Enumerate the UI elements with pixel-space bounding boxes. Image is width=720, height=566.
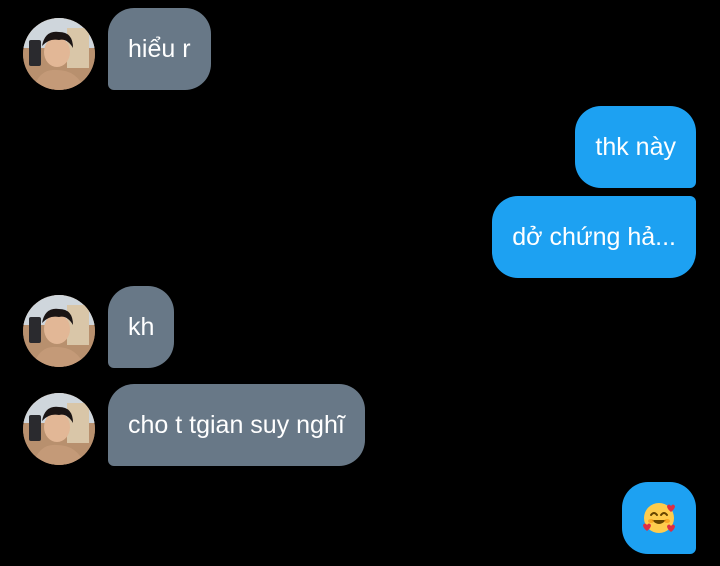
contact-avatar[interactable]: [23, 393, 95, 465]
message-bubble-outgoing[interactable]: thk này: [575, 106, 696, 188]
message-bubble-incoming[interactable]: cho t tgian suy nghĩ: [108, 384, 365, 466]
message-text: thk này: [595, 133, 676, 161]
message-bubble-emoji[interactable]: [622, 482, 696, 554]
contact-avatar[interactable]: [23, 295, 95, 367]
message-bubble-incoming[interactable]: kh: [108, 286, 175, 368]
contact-avatar[interactable]: [23, 18, 95, 90]
message-text: cho t tgian suy nghĩ: [128, 411, 345, 439]
avatar-photo-icon: [23, 393, 95, 465]
avatar-photo-icon: [23, 18, 95, 90]
smiling-face-with-hearts-icon: [643, 503, 675, 533]
message-text: hiểu r: [128, 35, 191, 63]
message-text: dở chứng hả...: [512, 223, 676, 251]
avatar-photo-icon: [23, 295, 95, 367]
message-bubble-outgoing[interactable]: dở chứng hả...: [492, 196, 696, 278]
message-text: kh: [128, 313, 155, 341]
message-bubble-incoming[interactable]: hiểu r: [108, 8, 211, 90]
